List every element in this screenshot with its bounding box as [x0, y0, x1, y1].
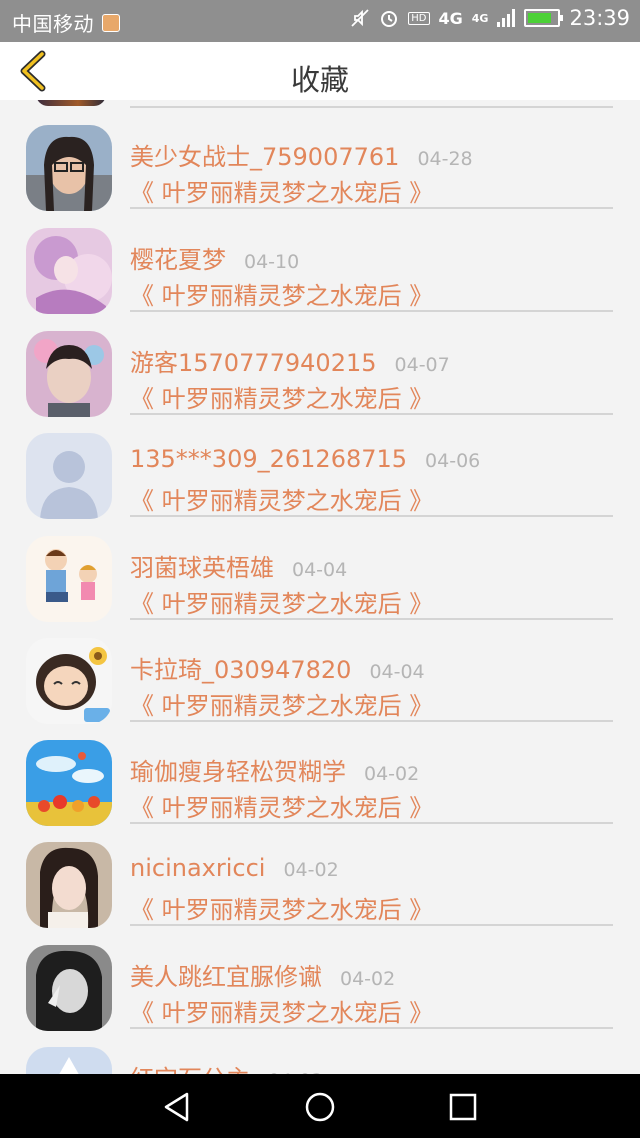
favorite-date: 04-06: [425, 450, 481, 472]
page-title: 收藏: [290, 63, 349, 97]
signal-icon: [497, 9, 516, 27]
circle-home-icon: [305, 1092, 335, 1122]
divider: [130, 924, 613, 926]
mute-icon: [350, 8, 370, 28]
user-name: 游客1570777940215: [130, 349, 377, 377]
square-recents-icon: [449, 1093, 477, 1121]
avatar[interactable]: [26, 125, 112, 211]
divider: [130, 720, 613, 722]
list-item[interactable]: 红宝石公主 04-02: [0, 1047, 640, 1074]
favorite-date: 04-02: [340, 968, 396, 990]
favorite-date: 04-10: [244, 251, 300, 273]
book-title[interactable]: 《 叶罗丽精灵梦之水宠后 》: [130, 584, 433, 619]
list-item[interactable]: nicinaxricci 04-02 《 叶罗丽精灵梦之水宠后 》: [0, 842, 640, 944]
favorite-date: 04-28: [417, 148, 473, 170]
divider: [130, 106, 613, 108]
avatar[interactable]: [26, 536, 112, 622]
favorite-date: 04-02: [364, 763, 420, 785]
divider: [130, 310, 613, 312]
clock: 23:39: [569, 6, 630, 30]
triangle-back-icon: [164, 1092, 189, 1122]
favorite-date: 04-04: [369, 661, 425, 683]
nav-back-button[interactable]: [160, 1090, 194, 1124]
network-type-small-label: 4G: [471, 11, 489, 25]
book-title[interactable]: 《 叶罗丽精灵梦之水宠后 》: [130, 686, 433, 721]
header-bar: 收藏: [0, 42, 640, 100]
avatar[interactable]: [26, 740, 112, 826]
list-item[interactable]: 游客1570777940215 04-07 《 叶罗丽精灵梦之水宠后 》: [0, 331, 640, 433]
favorite-date: 04-02: [283, 859, 339, 881]
favorite-date: 04-07: [394, 354, 450, 376]
user-name: 卡拉琦_030947820: [130, 656, 352, 684]
book-title[interactable]: 《 叶罗丽精灵梦之水宠后 》: [130, 993, 433, 1028]
user-name: 135***309_261268715: [130, 445, 408, 473]
alarm-icon: [379, 8, 399, 28]
avatar[interactable]: [26, 945, 112, 1031]
gallery-notification-icon: [102, 13, 120, 32]
user-name: 瑜伽瘦身轻松贺糊学: [130, 758, 346, 786]
avatar[interactable]: [26, 1047, 112, 1074]
user-name: 樱花夏梦: [130, 246, 226, 274]
divider: [130, 822, 613, 824]
divider: [130, 515, 613, 517]
avatar[interactable]: [26, 433, 112, 519]
avatar[interactable]: [26, 842, 112, 928]
list-item[interactable]: 羽菌球英梧雄 04-04 《 叶罗丽精灵梦之水宠后 》: [0, 536, 640, 638]
list-item[interactable]: 卡拉琦_030947820 04-04 《 叶罗丽精灵梦之水宠后 》: [0, 638, 640, 740]
book-title[interactable]: 《 叶罗丽精灵梦之水宠后 》: [130, 276, 433, 311]
favorite-date: 04-04: [292, 559, 348, 581]
nav-recents-button[interactable]: [446, 1090, 480, 1124]
divider: [130, 413, 613, 415]
favorites-list[interactable]: 美少女战士_759007761 04-28 《 叶罗丽精灵梦之水宠后 》 樱花夏…: [0, 100, 640, 1074]
avatar[interactable]: [26, 228, 112, 314]
book-title[interactable]: 《 叶罗丽精灵梦之水宠后 》: [130, 788, 433, 823]
avatar[interactable]: [26, 638, 112, 724]
user-name: 美人跳红宜脲修谳: [130, 963, 322, 991]
partial-avatar: [36, 100, 106, 106]
nav-home-button[interactable]: [303, 1090, 337, 1124]
user-name: nicinaxricci: [130, 854, 266, 882]
divider: [130, 1027, 613, 1029]
status-bar: 中国移动 HD 4G 4G 23:39: [0, 0, 640, 42]
battery-icon: [524, 9, 564, 27]
user-name: 红宝石公主: [130, 1059, 250, 1074]
divider: [130, 618, 613, 620]
user-name: 美少女战士_759007761: [130, 143, 400, 171]
book-title[interactable]: 《 叶罗丽精灵梦之水宠后 》: [130, 173, 433, 208]
list-item[interactable]: 美人跳红宜脲修谳 04-02 《 叶罗丽精灵梦之水宠后 》: [0, 945, 640, 1047]
list-item[interactable]: 135***309_261268715 04-06 《 叶罗丽精灵梦之水宠后 》: [0, 433, 640, 535]
list-item[interactable]: 美少女战士_759007761 04-28 《 叶罗丽精灵梦之水宠后 》: [0, 125, 640, 227]
book-title[interactable]: 《 叶罗丽精灵梦之水宠后 》: [130, 481, 433, 516]
system-nav-bar: [0, 1074, 640, 1138]
hd-badge: HD: [408, 11, 430, 25]
book-title[interactable]: 《 叶罗丽精灵梦之水宠后 》: [130, 379, 433, 414]
user-name: 羽菌球英梧雄: [130, 554, 274, 582]
avatar[interactable]: [26, 331, 112, 417]
divider: [130, 207, 613, 209]
list-item[interactable]: 樱花夏梦 04-10 《 叶罗丽精灵梦之水宠后 》: [0, 228, 640, 330]
carrier-label: 中国移动: [12, 12, 94, 36]
list-item[interactable]: 瑜伽瘦身轻松贺糊学 04-02 《 叶罗丽精灵梦之水宠后 》: [0, 740, 640, 842]
network-type-label: 4G: [438, 8, 463, 28]
book-title[interactable]: 《 叶罗丽精灵梦之水宠后 》: [130, 890, 433, 925]
